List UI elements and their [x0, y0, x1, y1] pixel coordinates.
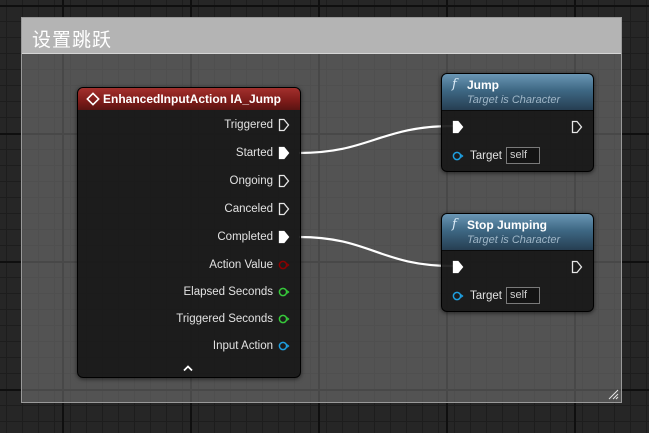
- pin-label: Canceled: [224, 203, 273, 215]
- stop-jumping-function-node[interactable]: f Stop Jumping Target is Character Targe…: [441, 213, 594, 312]
- jump-node-title: Jump: [467, 78, 500, 92]
- event-diamond-icon: [86, 92, 100, 106]
- bool-pin-icon[interactable]: [278, 258, 290, 272]
- function-icon: f: [452, 217, 457, 232]
- float-pin-icon[interactable]: [278, 312, 290, 326]
- stop-jumping-node-header[interactable]: f Stop Jumping Target is Character: [442, 214, 593, 251]
- pin-canceled[interactable]: Canceled: [224, 201, 290, 217]
- pin-label: Elapsed Seconds: [183, 286, 273, 298]
- object-pin-icon[interactable]: [452, 149, 464, 163]
- pin-ongoing[interactable]: Ongoing: [230, 173, 290, 189]
- exec-pin-icon[interactable]: [278, 118, 290, 132]
- exec-wire-completed-to-stop-jumping[interactable]: [298, 235, 454, 268]
- exec-pin-icon[interactable]: [278, 146, 290, 160]
- pin-label: Completed: [217, 231, 273, 243]
- exec-pin-icon[interactable]: [278, 202, 290, 216]
- pin-label: Triggered Seconds: [176, 313, 273, 325]
- target-label: Target: [470, 149, 502, 162]
- pin-label: Triggered: [224, 119, 273, 131]
- target-pin-row: Target self: [452, 147, 540, 164]
- event-node-title: EnhancedInputAction IA_Jump: [103, 92, 282, 106]
- exec-pin-icon[interactable]: [278, 174, 290, 188]
- pin-triggered[interactable]: Triggered: [224, 117, 290, 133]
- jump-node-header[interactable]: f Jump Target is Character: [442, 74, 593, 111]
- event-node-header[interactable]: EnhancedInputAction IA_Jump: [78, 88, 300, 110]
- target-input[interactable]: self: [505, 287, 540, 304]
- pin-started[interactable]: Started: [236, 145, 290, 161]
- exec-in-pin-icon[interactable]: [452, 260, 464, 274]
- stop-jumping-node-title: Stop Jumping: [467, 218, 547, 232]
- target-label: Target: [470, 289, 502, 302]
- pin-input-action[interactable]: Input Action: [213, 338, 290, 354]
- pin-elapsed-seconds[interactable]: Elapsed Seconds: [183, 284, 290, 300]
- exec-out-pin-icon[interactable]: [571, 260, 583, 274]
- target-input[interactable]: self: [505, 147, 540, 164]
- exec-out-pin-icon[interactable]: [571, 120, 583, 134]
- exec-pin-icon[interactable]: [278, 230, 290, 244]
- collapse-arrow-icon[interactable]: [182, 364, 194, 372]
- enhanced-input-action-node[interactable]: EnhancedInputAction IA_Jump Triggered St…: [77, 87, 301, 378]
- pin-triggered-seconds[interactable]: Triggered Seconds: [176, 311, 290, 327]
- function-icon: f: [452, 77, 457, 92]
- exec-wire-started-to-jump[interactable]: [298, 124, 454, 155]
- pin-completed[interactable]: Completed: [217, 229, 290, 245]
- jump-node-subtitle: Target is Character: [467, 94, 561, 106]
- pin-label: Input Action: [212, 340, 273, 352]
- pin-label: Ongoing: [229, 175, 273, 187]
- jump-function-node[interactable]: f Jump Target is Character Target self: [441, 73, 594, 172]
- object-pin-icon[interactable]: [278, 339, 290, 353]
- exec-in-pin-icon[interactable]: [452, 120, 464, 134]
- object-pin-icon[interactable]: [452, 289, 464, 303]
- pin-action-value[interactable]: Action Value: [209, 257, 290, 273]
- target-pin-row: Target self: [452, 287, 540, 304]
- float-pin-icon[interactable]: [278, 285, 290, 299]
- pin-label: Action Value: [209, 259, 273, 271]
- pin-label: Started: [235, 147, 273, 159]
- stop-jumping-node-subtitle: Target is Character: [467, 234, 561, 246]
